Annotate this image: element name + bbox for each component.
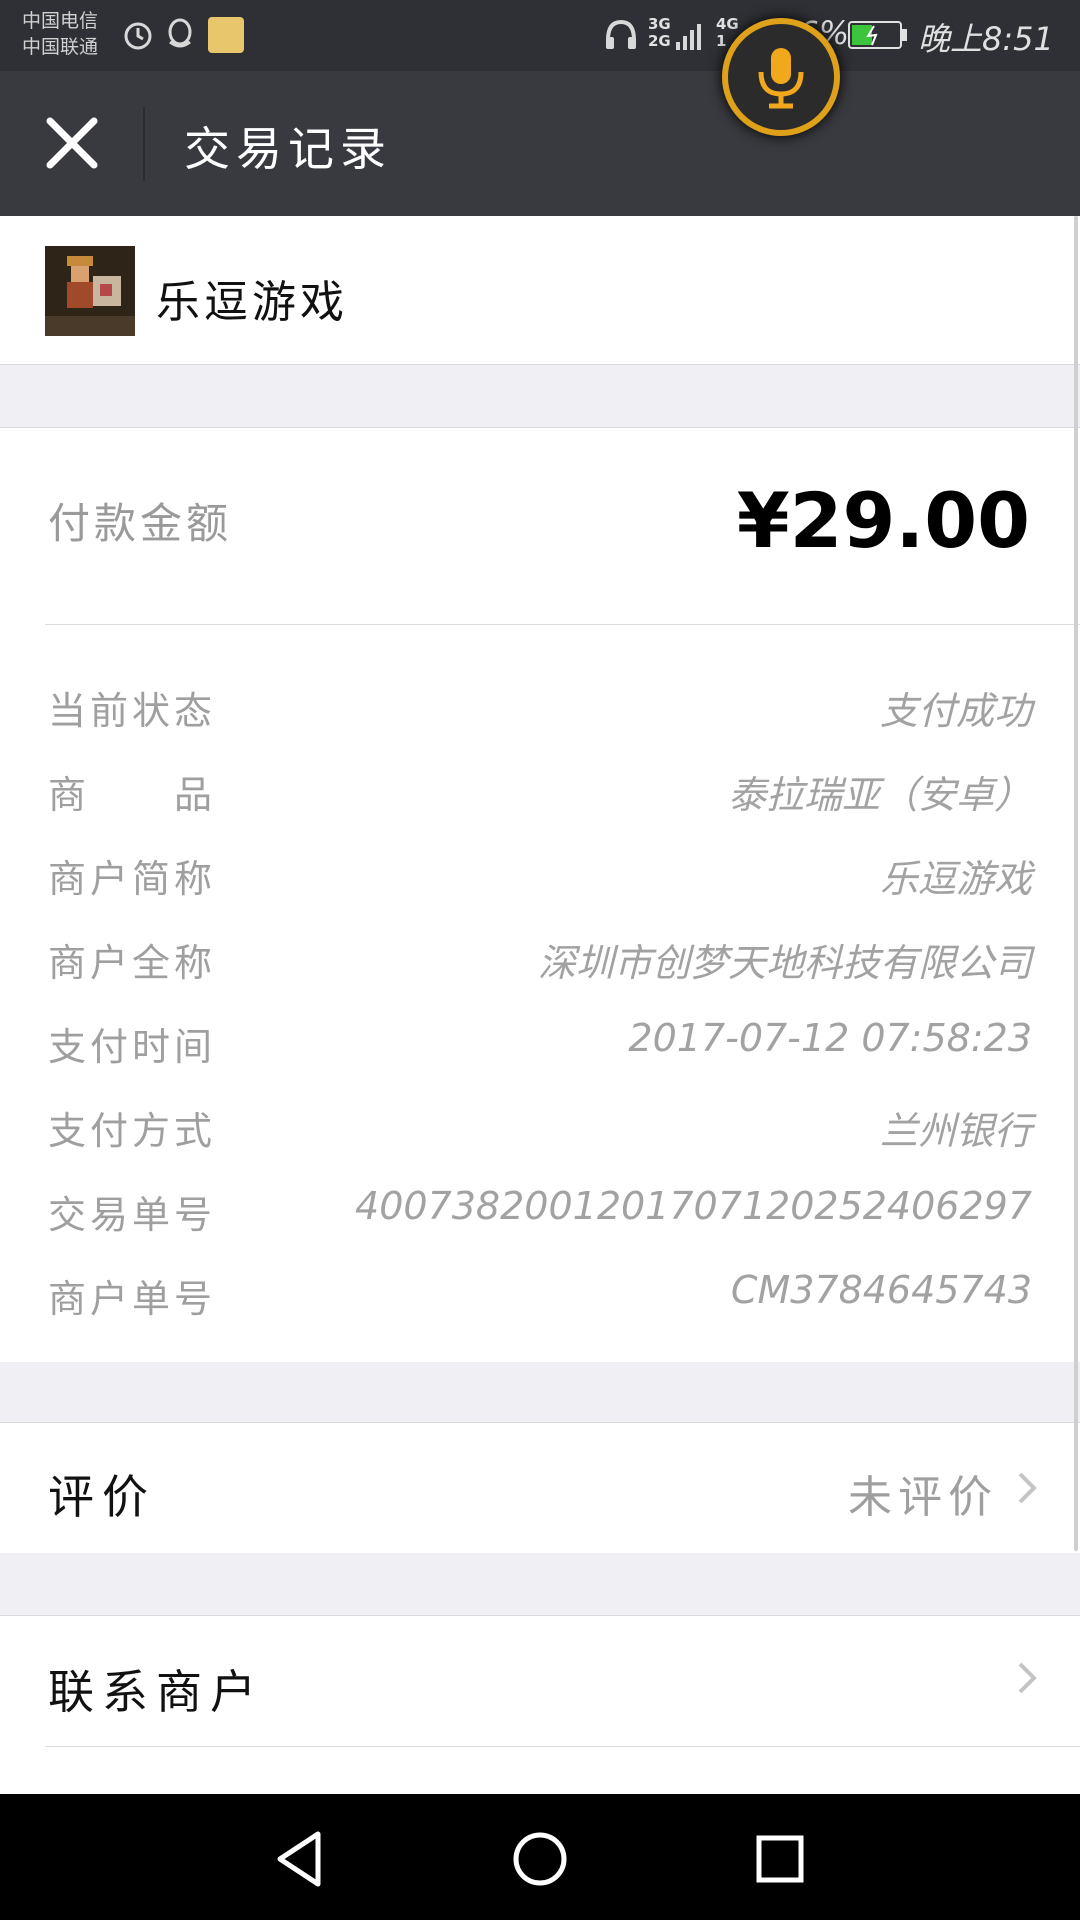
row-divider bbox=[45, 1746, 1080, 1747]
close-icon[interactable] bbox=[40, 111, 104, 175]
detail-label: 当前状态 bbox=[48, 689, 217, 733]
alarm-icon bbox=[124, 22, 152, 50]
signal-icon bbox=[676, 24, 701, 50]
carrier-1: 中国电信 bbox=[22, 10, 99, 32]
rating-value: 未评价 bbox=[848, 1472, 998, 1523]
amount-divider bbox=[45, 624, 1080, 625]
rating-label: 评价 bbox=[48, 1470, 156, 1524]
screen: 中国电信 中国联通 3G 2G 4G 1 晚上8:51 交易记录 乐逗游戏 付款… bbox=[0, 0, 1080, 1920]
network-a-top: 3G bbox=[648, 15, 671, 33]
chevron-right-icon bbox=[1018, 1662, 1037, 1694]
contact-label: 联系商户 bbox=[48, 1665, 264, 1719]
merchant-name: 乐逗游戏 bbox=[156, 277, 348, 328]
detail-label: 商户单号 bbox=[48, 1277, 217, 1321]
voice-assistant-button[interactable] bbox=[722, 18, 840, 136]
detail-row: 支付时间 2017-07-12 07:58:23 bbox=[0, 998, 1080, 1082]
detail-label: 商 品 bbox=[48, 773, 217, 817]
battery-icon bbox=[848, 21, 907, 49]
headphone-icon bbox=[606, 19, 636, 49]
detail-row: 商户简称 乐逗游戏 bbox=[0, 830, 1080, 914]
home-icon[interactable] bbox=[505, 1824, 575, 1894]
qq-icon bbox=[168, 18, 192, 48]
detail-row: 商户单号 CM3784645743 bbox=[0, 1250, 1080, 1334]
carrier-2: 中国联通 bbox=[22, 36, 99, 58]
merchant-avatar bbox=[45, 246, 135, 336]
detail-value: 乐逗游戏 bbox=[879, 857, 1032, 901]
carrier-labels: 中国电信 中国联通 bbox=[22, 8, 98, 60]
microphone-icon bbox=[758, 48, 804, 109]
contact-merchant-row[interactable]: 联系商户 bbox=[0, 1615, 1080, 1795]
scrollbar[interactable] bbox=[1074, 216, 1078, 1551]
detail-label: 支付方式 bbox=[48, 1109, 217, 1153]
clock: 晚上8:51 bbox=[918, 20, 1054, 58]
navigation-bar bbox=[0, 1794, 1080, 1920]
detail-value: 兰州银行 bbox=[879, 1109, 1032, 1153]
detail-value: 深圳市创梦天地科技有限公司 bbox=[537, 941, 1032, 985]
back-icon[interactable] bbox=[266, 1824, 336, 1894]
rating-row[interactable]: 评价 未评价 bbox=[0, 1422, 1080, 1554]
detail-value: 支付成功 bbox=[879, 689, 1032, 733]
amount-label: 付款金额 bbox=[48, 499, 233, 548]
detail-row: 交易单号 4007382001201707120252406297 bbox=[0, 1166, 1080, 1250]
detail-value: 2017-07-12 07:58:23 bbox=[628, 1016, 1032, 1060]
detail-value: CM3784645743 bbox=[730, 1268, 1032, 1312]
detail-row: 支付方式 兰州银行 bbox=[0, 1082, 1080, 1166]
title-bar: 交易记录 bbox=[0, 71, 1080, 216]
detail-row: 商 品 泰拉瑞亚（安卓） bbox=[0, 746, 1080, 830]
page-title: 交易记录 bbox=[184, 122, 392, 176]
chevron-right-icon bbox=[1018, 1472, 1037, 1504]
merchant-header[interactable]: 乐逗游戏 bbox=[0, 216, 1080, 365]
status-bar: 中国电信 中国联通 3G 2G 4G 1 晚上8:51 bbox=[0, 0, 1080, 71]
amount-value: ¥29.00 bbox=[736, 476, 1030, 565]
detail-value: 4007382001201707120252406297 bbox=[355, 1184, 1032, 1228]
detail-label: 交易单号 bbox=[48, 1193, 217, 1237]
section-gap bbox=[0, 365, 1080, 427]
detail-label: 支付时间 bbox=[48, 1025, 217, 1069]
detail-label: 商户全称 bbox=[48, 941, 217, 985]
title-divider bbox=[143, 107, 145, 181]
detail-row: 当前状态 支付成功 bbox=[0, 662, 1080, 746]
network-a: 3G 2G bbox=[648, 16, 671, 50]
app-icon bbox=[208, 17, 244, 53]
detail-row: 商户全称 深圳市创梦天地科技有限公司 bbox=[0, 914, 1080, 998]
detail-value: 泰拉瑞亚（安卓） bbox=[727, 773, 1032, 817]
recents-icon[interactable] bbox=[745, 1824, 815, 1894]
detail-label: 商户简称 bbox=[48, 857, 217, 901]
transaction-card: 付款金额 ¥29.00 当前状态 支付成功 商 品 泰拉瑞亚（安卓） 商户简称 … bbox=[0, 427, 1080, 1363]
network-a-bottom: 2G bbox=[648, 32, 671, 50]
section-gap bbox=[0, 1553, 1080, 1615]
section-gap bbox=[0, 1362, 1080, 1422]
